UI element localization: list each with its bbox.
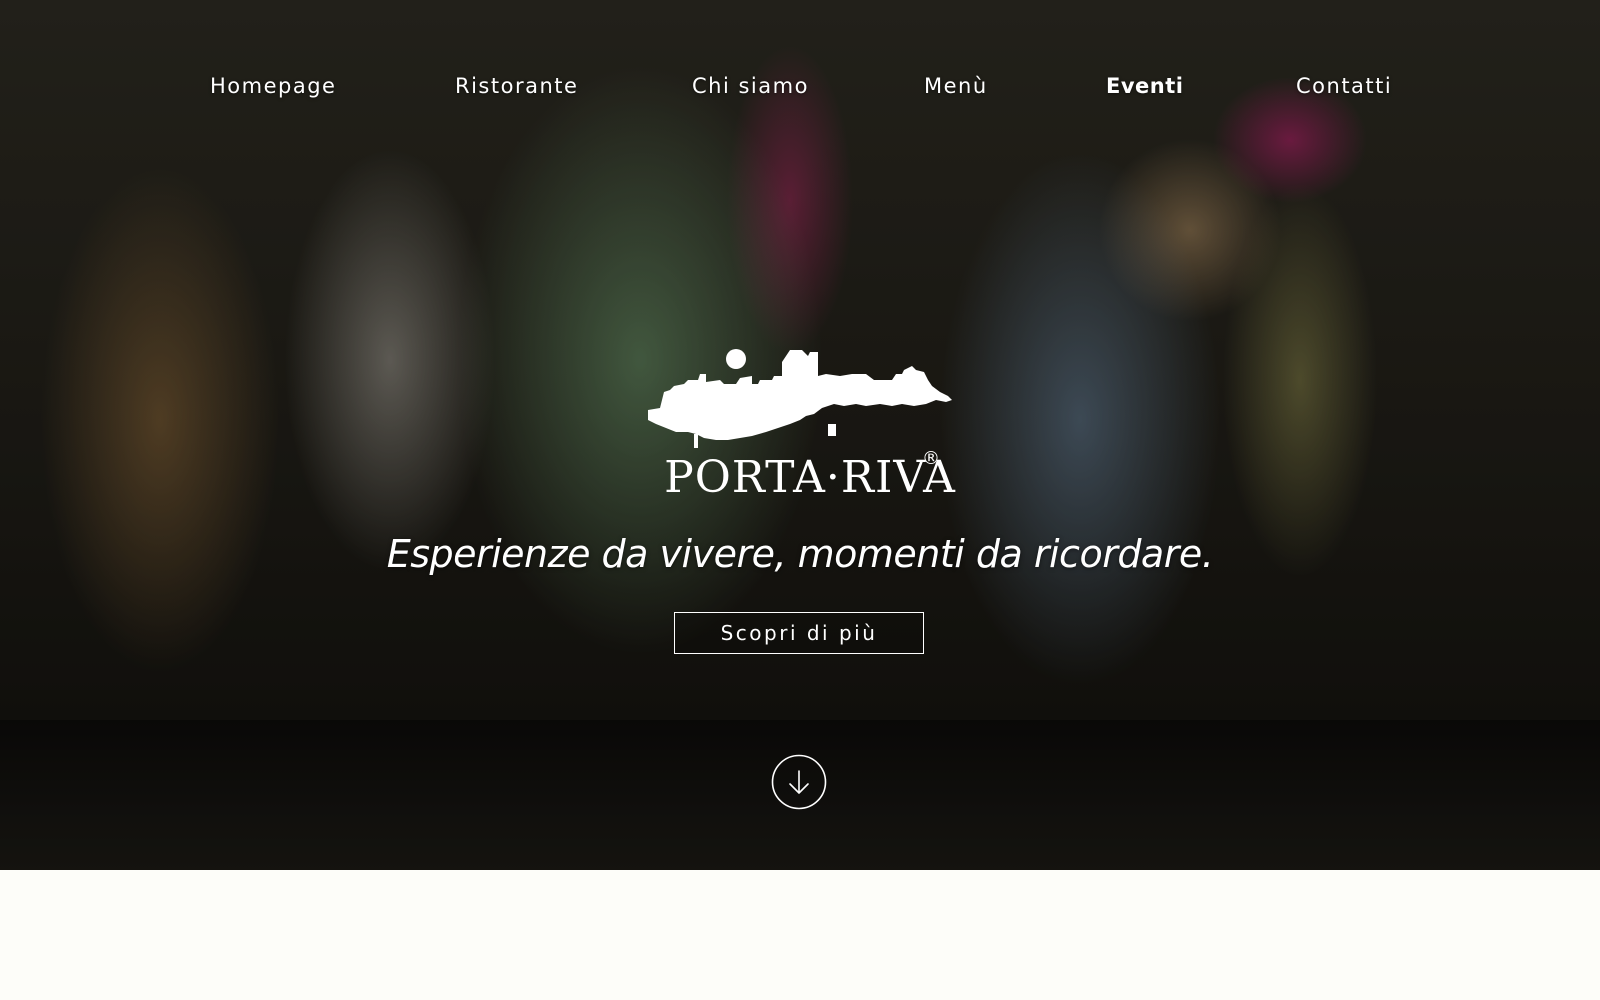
logo-moon-shape xyxy=(726,349,746,369)
nav-item-ristorante[interactable]: Ristorante xyxy=(455,74,578,98)
logo-skyline-shape xyxy=(648,350,952,440)
nav-item-eventi[interactable]: Eventi xyxy=(1106,74,1183,98)
hero-tagline: Esperienze da vivere, momenti da ricorda… xyxy=(386,532,1214,576)
logo-post-shape xyxy=(694,434,698,448)
arrow-down-circle-icon xyxy=(771,754,827,810)
main-nav: Homepage Ristorante Chi siamo Menù Event… xyxy=(0,74,1600,106)
logo-door-shape xyxy=(828,424,836,436)
nav-item-chi-siamo[interactable]: Chi siamo xyxy=(692,74,809,98)
nav-item-contatti[interactable]: Contatti xyxy=(1296,74,1392,98)
logo-wordmark: PORTA·RIVA xyxy=(664,452,956,503)
discover-more-button[interactable]: Scopri di più xyxy=(674,612,924,654)
porta-riva-logo[interactable]: PORTA·RIVA ® xyxy=(640,340,960,520)
content-section xyxy=(0,870,1600,1000)
logo-registered-mark: ® xyxy=(922,448,940,469)
scroll-down-button[interactable] xyxy=(771,754,827,810)
nav-item-menu[interactable]: Menù xyxy=(924,74,988,98)
hero-section: Homepage Ristorante Chi siamo Menù Event… xyxy=(0,0,1600,870)
nav-item-homepage[interactable]: Homepage xyxy=(210,74,336,98)
